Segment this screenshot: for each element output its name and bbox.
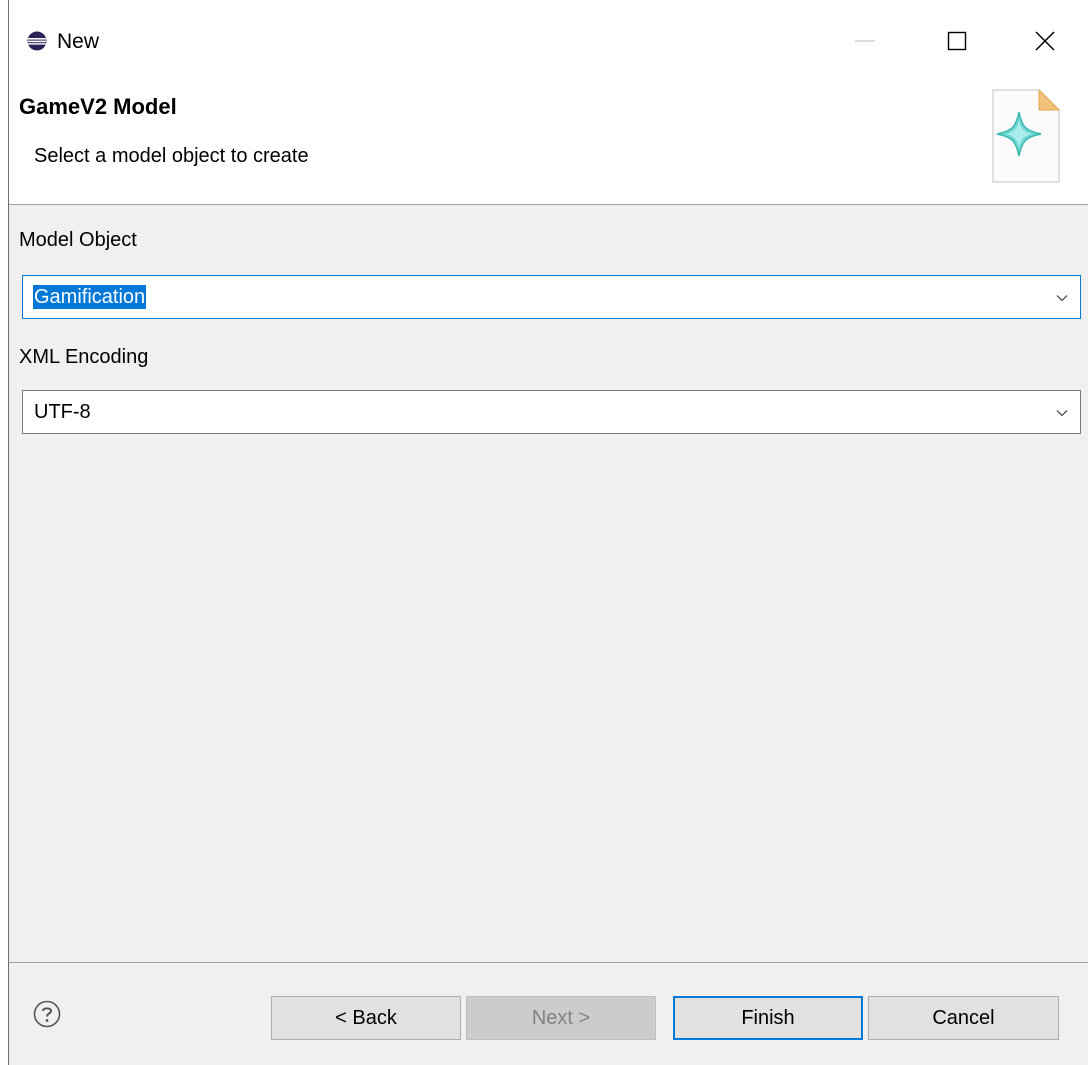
finish-button[interactable]: Finish bbox=[673, 996, 863, 1040]
cancel-button[interactable]: Cancel bbox=[868, 996, 1059, 1040]
eclipse-icon bbox=[27, 31, 47, 51]
page-title: GameV2 Model bbox=[19, 94, 177, 119]
maximize-icon bbox=[947, 31, 967, 51]
xml-encoding-select[interactable]: UTF-8 bbox=[22, 390, 1081, 434]
help-icon[interactable] bbox=[33, 1000, 61, 1028]
maximize-button[interactable] bbox=[927, 18, 987, 64]
xml-encoding-value: UTF-8 bbox=[34, 401, 91, 423]
close-button[interactable] bbox=[1015, 18, 1075, 64]
chevron-down-icon[interactable] bbox=[1054, 405, 1070, 421]
model-object-value: Gamification bbox=[33, 285, 147, 309]
model-object-label: Model Object bbox=[19, 229, 137, 251]
chevron-down-icon[interactable] bbox=[1054, 290, 1070, 306]
new-wizard-dialog: New GameV2 Model Select a model object t… bbox=[8, 0, 1088, 1065]
page-description: Select a model object to create bbox=[34, 145, 309, 167]
title-bar[interactable]: New bbox=[9, 0, 1088, 78]
minimize-icon bbox=[855, 40, 875, 42]
wizard-banner: GameV2 Model Select a model object to cr… bbox=[9, 78, 1088, 205]
back-button[interactable]: < Back bbox=[271, 996, 461, 1040]
close-icon bbox=[1035, 31, 1055, 51]
minimize-button[interactable] bbox=[835, 18, 895, 64]
window-title: New bbox=[57, 30, 100, 53]
next-button[interactable]: Next > bbox=[466, 996, 656, 1040]
model-object-select[interactable]: Gamification bbox=[22, 275, 1081, 319]
wizard-sparkle-icon bbox=[992, 88, 1061, 183]
xml-encoding-label: XML Encoding bbox=[19, 346, 149, 368]
button-bar-separator bbox=[9, 962, 1088, 963]
